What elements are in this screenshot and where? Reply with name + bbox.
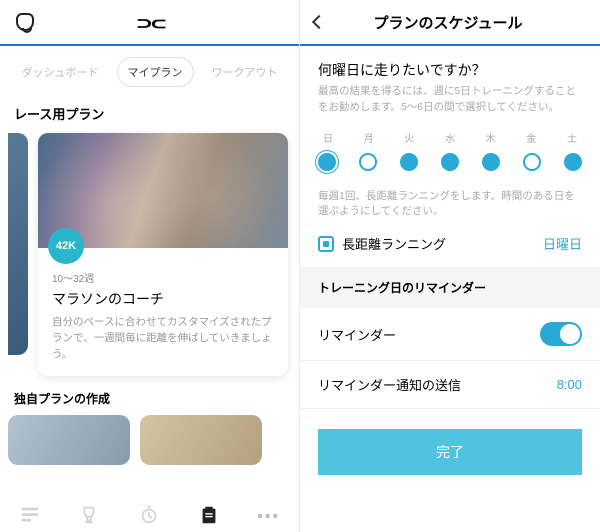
day-toggle-thu[interactable]: [482, 153, 500, 171]
nav-more-icon[interactable]: •••: [257, 508, 280, 526]
day-label: 土: [562, 130, 582, 145]
tabs: ダッシュボード マイプラン ワークアウト: [0, 46, 299, 98]
question: 何曜日に走りたいですか？: [300, 46, 600, 84]
distance-badge: 42K: [48, 228, 84, 264]
tab-workout[interactable]: ワークアウト: [202, 58, 288, 86]
custom-card-1[interactable]: [8, 415, 130, 465]
long-run-label: 長距離ランニング: [342, 234, 535, 253]
nav-timer-icon[interactable]: [138, 504, 160, 526]
day-label: 木: [481, 130, 501, 145]
tab-dashboard[interactable]: ダッシュボード: [12, 58, 109, 86]
question-hint: 最高の結果を得るには、週に5日トレーニングすることをお勧めします。5〜6日の間で…: [300, 84, 600, 130]
day-label: 日: [318, 130, 338, 145]
nav-feed-icon[interactable]: [19, 504, 41, 526]
notify-time[interactable]: 8:00: [557, 377, 582, 392]
card-desc: 自分のペースに合わせてカスタマイズされたプランで、一週間毎に距離を伸ばしていきま…: [52, 315, 274, 362]
long-run-day[interactable]: 日曜日: [543, 234, 582, 253]
nav-plan-icon[interactable]: [198, 504, 220, 526]
page-title: プランのスケジュール: [310, 12, 586, 33]
day-label: 水: [440, 130, 460, 145]
plan-card[interactable]: 42K 10〜32週 マラソンのコーチ 自分のペースに合わせてカスタマイズされた…: [38, 133, 288, 376]
day-toggle-sat[interactable]: [564, 153, 582, 171]
reminder-toggle[interactable]: [540, 322, 582, 346]
day-toggle-tue[interactable]: [400, 153, 418, 171]
day-toggle-wed[interactable]: [441, 153, 459, 171]
section-race-plans: レース用プラン: [0, 98, 299, 133]
day-label: 火: [399, 130, 419, 145]
card-title: マラソンのコーチ: [52, 289, 274, 309]
tab-myplan[interactable]: マイプラン: [118, 58, 193, 86]
long-run-hint: 毎週1回、長距離ランニングをします。時間のある日を選ぶようにしてください。: [300, 189, 600, 231]
bottom-nav: •••: [0, 488, 299, 532]
card-image: 42K: [38, 133, 288, 248]
ua-logo: ⫗: [138, 9, 162, 35]
nav-trophy-icon[interactable]: [78, 504, 100, 526]
day-toggle-sun[interactable]: [318, 153, 336, 171]
reminder-label: リマインダー: [318, 325, 396, 344]
card-weeks: 10〜32週: [52, 270, 274, 285]
long-run-checkbox[interactable]: [318, 236, 334, 252]
done-button[interactable]: 完了: [318, 429, 582, 475]
custom-card-2[interactable]: [140, 415, 262, 465]
bell-icon[interactable]: [16, 13, 34, 31]
day-label: 金: [521, 130, 541, 145]
notify-label: リマインダー通知の送信: [318, 375, 461, 394]
prev-card-edge[interactable]: [8, 133, 28, 355]
section-custom-plans: 独自プランの作成: [0, 376, 299, 415]
day-toggle-mon[interactable]: [359, 153, 377, 171]
day-toggle-fri[interactable]: [523, 153, 541, 171]
day-label: 月: [359, 130, 379, 145]
reminder-section: トレーニング日のリマインダー: [300, 267, 600, 308]
